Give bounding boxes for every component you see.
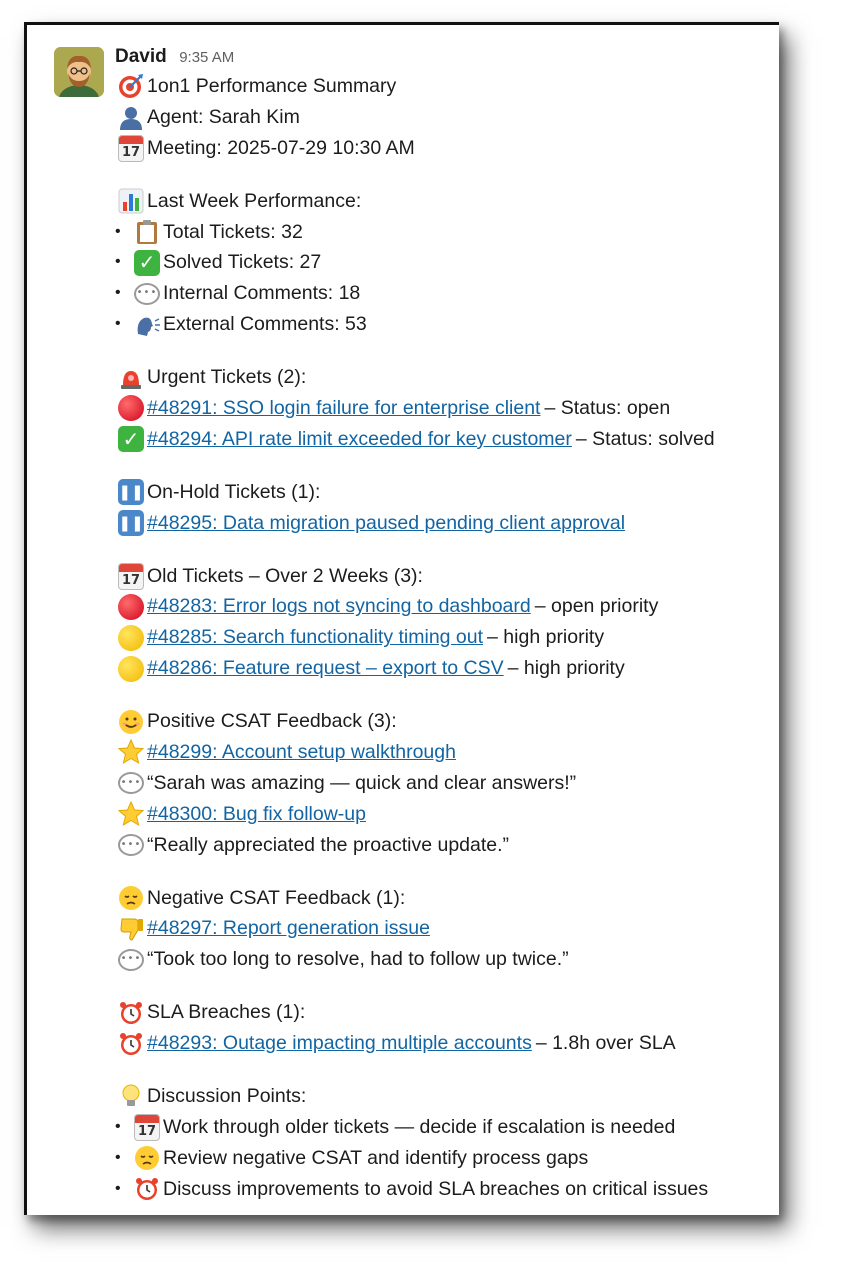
timestamp[interactable]: 9:35 AM <box>179 49 234 66</box>
list-item: #48285: Search functionality timing out … <box>115 622 771 653</box>
ticket-link[interactable]: #48283: Error logs not syncing to dashbo… <box>147 591 531 622</box>
discussion-heading: Discussion Points: <box>115 1081 771 1112</box>
speaking-head-icon <box>131 310 163 340</box>
star-icon <box>115 737 147 767</box>
list-item: #48297: Report generation issue <box>115 913 771 944</box>
list-item: ••• “Took too long to resolve, had to fo… <box>115 944 771 975</box>
list-item: #48286: Feature request – export to CSV … <box>115 653 771 684</box>
bust-in-silhouette-icon <box>115 102 147 132</box>
agent-line: Agent: Sarah Kim <box>115 102 771 133</box>
ticket-link[interactable]: #48295: Data migration paused pending cl… <box>147 508 625 539</box>
speech-bubble-icon: ••• <box>131 279 163 309</box>
light-bulb-icon <box>115 1081 147 1111</box>
urgent-heading: Urgent Tickets (2): <box>115 362 771 393</box>
alarm-clock-icon <box>115 998 147 1028</box>
sla-heading: SLA Breaches (1): <box>115 997 771 1028</box>
list-item: #48283: Error logs not syncing to dashbo… <box>115 591 771 622</box>
yellow-circle-icon <box>115 623 147 653</box>
old-tickets-heading: 17 Old Tickets – Over 2 Weeks (3): <box>115 561 771 592</box>
clipboard-icon <box>131 217 163 247</box>
list-item: #48293: Outage impacting multiple accoun… <box>115 1028 771 1059</box>
list-item: • External Comments: 53 <box>115 309 771 340</box>
author-name[interactable]: David <box>115 46 167 67</box>
list-item: • ••• Internal Comments: 18 <box>115 278 771 309</box>
calendar-icon: 17 <box>131 1112 163 1142</box>
direct-hit-icon <box>115 71 147 101</box>
list-item: • ✓ Solved Tickets: 27 <box>115 247 771 278</box>
negative-heading: Negative CSAT Feedback (1): <box>115 883 771 914</box>
pause-icon: ❚❚ <box>115 477 147 507</box>
message-body: David 9:35 AM 1on1 Performance Summary A… <box>115 43 771 1205</box>
summary-title: 1on1 Performance Summary <box>115 71 771 102</box>
message-card: David 9:35 AM 1on1 Performance Summary A… <box>24 22 779 1215</box>
ticket-link[interactable]: #48297: Report generation issue <box>147 913 430 944</box>
avatar[interactable] <box>54 47 104 97</box>
list-item: • Discuss improvements to avoid SLA brea… <box>115 1174 771 1205</box>
list-item: #48300: Bug fix follow-up <box>115 799 771 830</box>
speech-bubble-icon: ••• <box>115 830 147 860</box>
ticket-link[interactable]: #48294: API rate limit exceeded for key … <box>147 424 572 455</box>
calendar-icon: 17 <box>115 133 147 163</box>
ticket-link[interactable]: #48299: Account setup walkthrough <box>147 737 456 768</box>
speech-bubble-icon: ••• <box>115 945 147 975</box>
alarm-clock-icon <box>115 1029 147 1059</box>
ticket-link[interactable]: #48291: SSO login failure for enterprise… <box>147 393 540 424</box>
performance-heading: Last Week Performance: <box>115 186 771 217</box>
list-item: • Total Tickets: 32 <box>115 217 771 248</box>
alarm-clock-icon <box>131 1174 163 1204</box>
red-circle-icon <box>115 592 147 622</box>
list-item: #48299: Account setup walkthrough <box>115 737 771 768</box>
red-circle-icon <box>115 393 147 423</box>
pensive-face-icon <box>115 883 147 913</box>
positive-heading: Positive CSAT Feedback (3): <box>115 706 771 737</box>
ticket-link[interactable]: #48286: Feature request – export to CSV <box>147 653 504 684</box>
person-avatar-icon <box>54 47 104 97</box>
thumbs-down-icon <box>115 914 147 944</box>
calendar-icon: 17 <box>115 561 147 591</box>
list-item: #48291: SSO login failure for enterprise… <box>115 393 771 424</box>
pensive-face-icon <box>131 1143 163 1173</box>
list-item: ••• “Sarah was amazing — quick and clear… <box>115 768 771 799</box>
speech-bubble-icon: ••• <box>115 768 147 798</box>
yellow-circle-icon <box>115 654 147 684</box>
bar-chart-icon <box>115 186 147 216</box>
rotating-light-icon <box>115 363 147 393</box>
list-item: • Review negative CSAT and identify proc… <box>115 1143 771 1174</box>
on-hold-heading: ❚❚ On-Hold Tickets (1): <box>115 477 771 508</box>
star-icon <box>115 799 147 829</box>
pause-icon: ❚❚ <box>115 508 147 538</box>
ticket-link[interactable]: #48300: Bug fix follow-up <box>147 799 366 830</box>
list-item: ••• “Really appreciated the proactive up… <box>115 830 771 861</box>
ticket-link[interactable]: #48285: Search functionality timing out <box>147 622 483 653</box>
meeting-line: 17 Meeting: 2025-07-29 10:30 AM <box>115 133 771 164</box>
list-item: • 17 Work through older tickets — decide… <box>115 1112 771 1143</box>
check-mark-icon: ✓ <box>115 424 147 454</box>
list-item: ❚❚ #48295: Data migration paused pending… <box>115 508 771 539</box>
smiling-face-icon <box>115 707 147 737</box>
ticket-link[interactable]: #48293: Outage impacting multiple accoun… <box>147 1028 532 1059</box>
check-mark-icon: ✓ <box>131 248 163 278</box>
list-item: ✓ #48294: API rate limit exceeded for ke… <box>115 424 771 455</box>
message-header: David 9:35 AM <box>115 43 771 71</box>
